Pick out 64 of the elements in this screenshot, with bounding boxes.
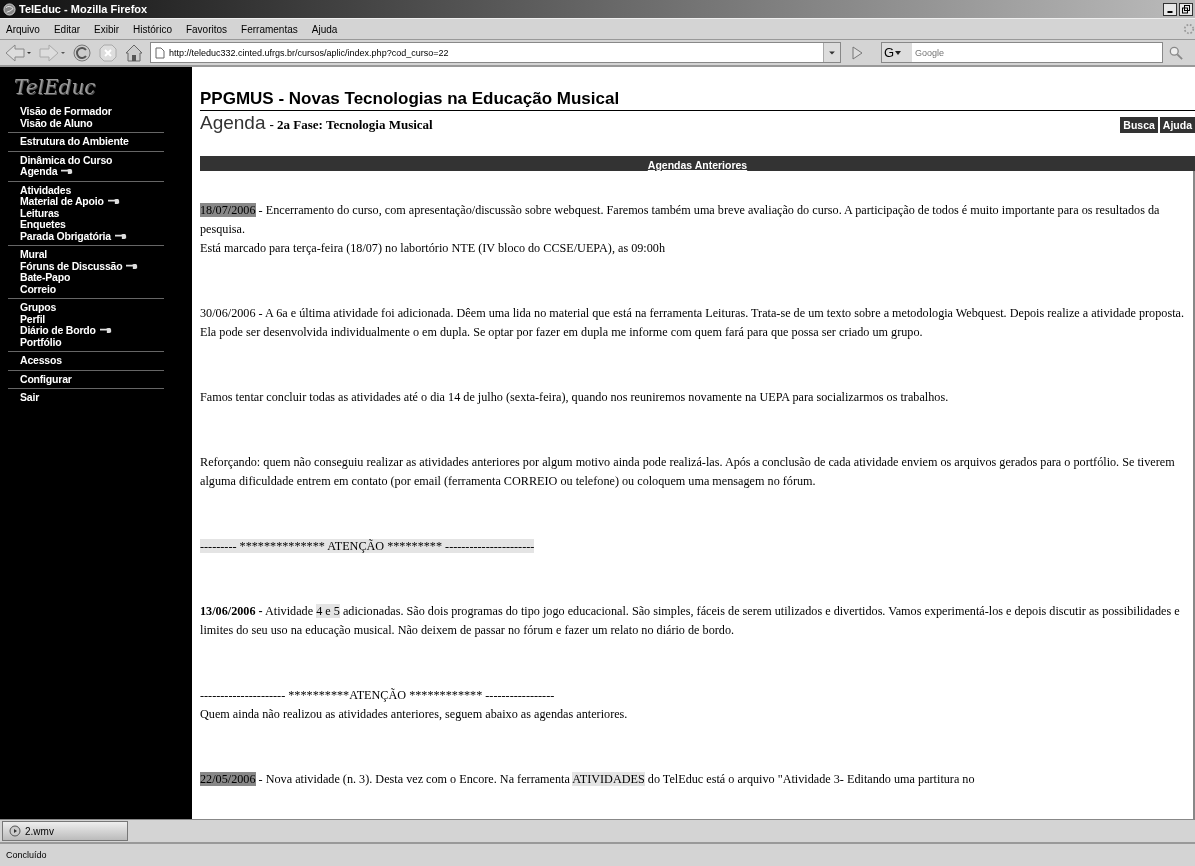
agenda-text: Famos tentar concluir todas as atividades até o dia 14 de julho (sexta-feira), quando nos reuniremos novamente na UEPA para socializarmos os trabalhos. bbox=[200, 389, 950, 406]
sidebar-link[interactable]: Portfólio bbox=[20, 336, 62, 348]
menu-item[interactable]: Arquivo bbox=[6, 23, 40, 35]
search-icon[interactable] bbox=[1169, 45, 1183, 60]
sidebar-link[interactable]: Diário de Bordo bbox=[20, 325, 96, 337]
page-subtitle: - 2a Fase: Tecnologia Musical bbox=[269, 117, 433, 133]
sidebar-link[interactable]: Fóruns de Discussão bbox=[20, 260, 123, 272]
sidebar-link[interactable]: Mural bbox=[20, 249, 47, 261]
status-text: Concluído bbox=[0, 842, 1195, 866]
menu-item[interactable]: Favoritos bbox=[185, 23, 228, 35]
media-file-icon bbox=[9, 825, 21, 837]
menu-item[interactable]: Histórico bbox=[133, 23, 172, 35]
restore-icon bbox=[1181, 4, 1191, 14]
sidebar-link[interactable]: Estrutura do Ambiente bbox=[20, 136, 129, 148]
throbber-icon bbox=[1183, 22, 1195, 36]
sidebar-link[interactable]: Enquetes bbox=[20, 219, 66, 231]
sidebar-link[interactable]: Atividades bbox=[20, 184, 72, 196]
page-title: Agenda bbox=[200, 112, 266, 134]
sidebar-link[interactable]: Leituras bbox=[20, 207, 60, 219]
page-icon bbox=[155, 46, 165, 59]
sidebar-link[interactable]: Grupos bbox=[20, 302, 57, 314]
home-icon[interactable] bbox=[124, 42, 144, 63]
course-title: PPGMUS - Novas Tecnologias na Educação Musical bbox=[200, 89, 1195, 111]
agenda-text: Está marcado para terça-feira (18/07) no labortório NTE (IV bloco do CCSE/UEPA), as 09:00h bbox=[200, 240, 667, 257]
sidebar-link[interactable]: Acessos bbox=[20, 355, 62, 367]
agenda-text: 13/06/2006 - Atividade 4 e 5 adicionadas. São dois programas do tipo jogo educacional. São simples, fáceis de serem utilizados e divertidos. Vamos experimentá-los e depois discutir as possibilidades e limites do seu uso na educação musical. Não deixem de passar no fórum e fazer um relato no diário de bordo. bbox=[200, 603, 1181, 639]
sidebar-link[interactable]: Material de Apoio bbox=[20, 196, 104, 208]
agenda-text: 22/05/2006 - Nova atividade (n. 3). Desta vez com o Encore. Na ferramenta ATIVIDADES do TelEduc está o arquivo "Atividade 3- Editando uma partitura no bbox=[200, 771, 976, 788]
forward-icon[interactable] bbox=[38, 42, 66, 63]
sidebar-link[interactable]: Visão de Formador bbox=[20, 106, 112, 118]
address-field[interactable]: http://teleduc332.cinted.ufrgs.br/cursos/aplic/index.php?cod_curso=22 bbox=[150, 42, 841, 63]
dropdown-icon[interactable] bbox=[823, 43, 840, 62]
header-button[interactable]: Busca bbox=[1120, 117, 1158, 133]
header-button[interactable]: Ajuda bbox=[1159, 117, 1195, 133]
sidebar-link[interactable]: Sair bbox=[20, 392, 40, 404]
minimize-icon bbox=[1167, 11, 1173, 13]
agenda-text: --------------------- **********ATENÇÃO ************ ----------------- bbox=[200, 687, 556, 704]
taskbar-button[interactable]: 2.wmv bbox=[2, 821, 128, 841]
logo: TelEduc bbox=[13, 74, 97, 101]
sidebar-link[interactable]: Correio bbox=[20, 283, 56, 295]
menu-item[interactable]: Ajuda bbox=[311, 23, 338, 35]
reload-icon[interactable] bbox=[72, 42, 92, 63]
stop-icon[interactable] bbox=[98, 42, 118, 63]
globe-icon bbox=[3, 2, 16, 16]
agenda-text: Quem ainda não realizou as atividades anteriores, seguem abaixo as agendas anteriores. bbox=[200, 706, 629, 723]
sidebar-link[interactable]: Perfil bbox=[20, 313, 46, 325]
restore-button[interactable] bbox=[1179, 2, 1193, 16]
sidebar-link[interactable]: Agenda bbox=[20, 166, 58, 178]
agenda-text: 18/07/2006 - Encerramento do curso, com apresentação/discussão sobre webquest. Faremos também uma breve avaliação do curso. A participação de todos é muito importante para os resultados da pesquisa. bbox=[200, 202, 1161, 238]
menu-item[interactable]: Editar bbox=[53, 23, 81, 35]
section-link[interactable]: Agendas Anteriores bbox=[647, 159, 748, 171]
sidebar-link[interactable]: Configurar bbox=[20, 373, 72, 385]
menu-item[interactable]: Exibir bbox=[94, 23, 120, 35]
sidebar-link[interactable]: Dinâmica do Curso bbox=[20, 154, 113, 166]
agenda-text: --------- ************** ATENÇÃO ********* ---------------------- bbox=[200, 538, 536, 555]
agenda-text: 30/06/2006 - A 6a e última atividade foi adicionada. Dêem uma lida no material que está na ferramenta Leituras. Trata-se de um texto sobre a metodologia Webquest. Depois realize a atividade proposta. Ela pode ser desenvolvida individualmente o em dupla. Se optar por fazer em dupla me informe com quem fará para que possa ser criado um grupo. bbox=[200, 305, 1185, 341]
back-icon[interactable] bbox=[4, 42, 32, 63]
sidebar-link[interactable]: Bate-Papo bbox=[20, 272, 71, 284]
menu-item[interactable]: Ferramentas bbox=[241, 23, 298, 35]
window-title: TelEduc - Mozilla Firefox bbox=[19, 3, 148, 15]
minimize-button[interactable] bbox=[1163, 2, 1177, 16]
sidebar-link[interactable]: Parada Obrigatória bbox=[20, 230, 111, 242]
sidebar-link[interactable]: Visão de Aluno bbox=[20, 117, 93, 129]
agenda-text: Reforçando: quem não conseguiu realizar as atividades anteriores por algum motivo ainda pode realizá-las. Após a conclusão de cada atividade enviem os arquivos gerados para o portfólio. Se tiverem alguma dificuldade entrem em contato (por email (ferramenta CORREIO ou telefone) ou coloquem uma mensagem no fórum. bbox=[200, 454, 1176, 490]
